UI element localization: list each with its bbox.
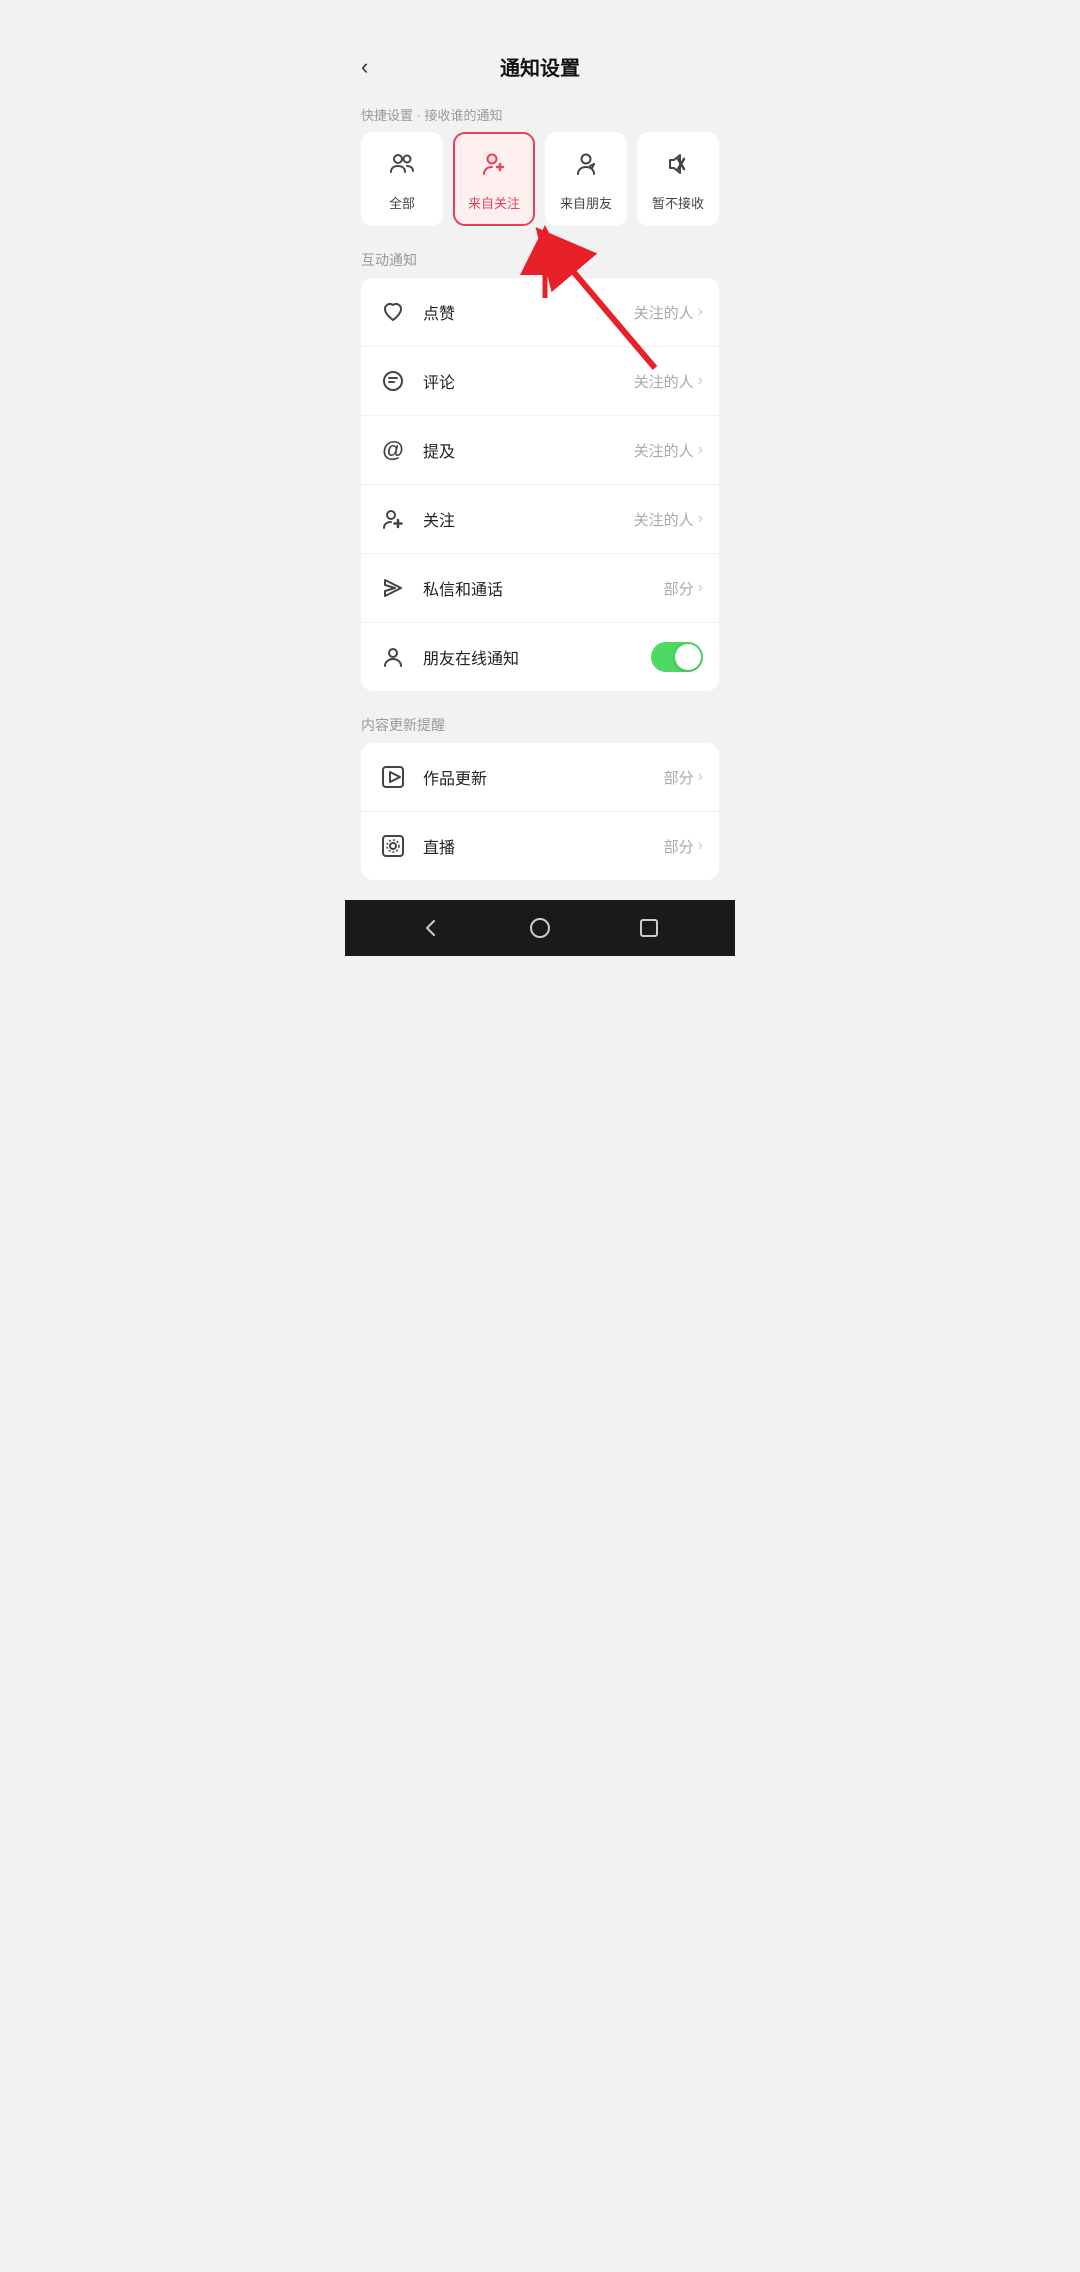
quick-btn-mute[interactable]: 暂不接收 <box>637 132 719 226</box>
page-title: 通知设置 <box>500 52 580 81</box>
status-bar <box>345 0 735 44</box>
like-label: 点赞 <box>423 300 634 324</box>
comment-icon <box>377 365 409 397</box>
live-item[interactable]: 直播 部分 › <box>361 812 719 880</box>
nav-home-button[interactable] <box>522 910 558 946</box>
mute-icon <box>664 150 692 185</box>
like-icon <box>377 296 409 328</box>
works-arrow: › <box>698 768 703 786</box>
mention-value: 关注的人 <box>634 440 694 461</box>
content-section-label: 内容更新提醒 <box>345 707 735 743</box>
header: ‹ 通知设置 <box>345 44 735 93</box>
quick-btn-friends-label: 来自朋友 <box>560 193 612 212</box>
quick-btn-friends[interactable]: 来自朋友 <box>545 132 627 226</box>
online-label: 朋友在线通知 <box>423 645 651 669</box>
live-label: 直播 <box>423 834 664 858</box>
follow-item[interactable]: 关注 关注的人 › <box>361 485 719 554</box>
followed-icon <box>480 150 508 185</box>
quick-btn-followed-label: 来自关注 <box>468 193 520 212</box>
all-icon <box>388 150 416 185</box>
nav-recents-button[interactable] <box>631 910 667 946</box>
quick-btn-all-label: 全部 <box>389 193 415 212</box>
follow-value: 关注的人 <box>634 509 694 530</box>
message-value: 部分 <box>664 578 694 599</box>
like-arrow: › <box>698 303 703 321</box>
message-icon <box>377 572 409 604</box>
mention-icon: @ <box>377 434 409 466</box>
quick-settings-label: 快捷设置 · 接收谁的通知 <box>345 93 735 132</box>
live-value: 部分 <box>664 836 694 857</box>
interaction-section-label: 互动通知 <box>345 242 735 278</box>
nav-bar <box>345 900 735 956</box>
nav-back-button[interactable] <box>413 910 449 946</box>
mention-item[interactable]: @ 提及 关注的人 › <box>361 416 719 485</box>
quick-btn-mute-label: 暂不接收 <box>652 193 704 212</box>
like-value: 关注的人 <box>634 302 694 323</box>
follow-icon <box>377 503 409 535</box>
works-icon <box>377 761 409 793</box>
back-button[interactable]: ‹ <box>361 54 368 80</box>
comment-label: 评论 <box>423 369 634 393</box>
comment-item[interactable]: 评论 关注的人 › <box>361 347 719 416</box>
message-item[interactable]: 私信和通话 部分 › <box>361 554 719 623</box>
live-arrow: › <box>698 837 703 855</box>
follow-arrow: › <box>698 510 703 528</box>
quick-settings-group: 全部 来自关注 来自朋友 <box>345 132 735 242</box>
online-toggle[interactable] <box>651 642 703 672</box>
live-icon <box>377 830 409 862</box>
like-item[interactable]: 点赞 关注的人 › <box>361 278 719 347</box>
online-item[interactable]: 朋友在线通知 <box>361 623 719 691</box>
comment-value: 关注的人 <box>634 371 694 392</box>
message-arrow: › <box>698 579 703 597</box>
comment-arrow: › <box>698 372 703 390</box>
message-label: 私信和通话 <box>423 576 664 600</box>
friends-icon <box>572 150 600 185</box>
online-icon <box>377 641 409 673</box>
quick-btn-followed[interactable]: 来自关注 <box>453 132 535 226</box>
works-item[interactable]: 作品更新 部分 › <box>361 743 719 812</box>
quick-btn-all[interactable]: 全部 <box>361 132 443 226</box>
mention-label: 提及 <box>423 438 634 462</box>
content-card: 作品更新 部分 › 直播 部分 › <box>361 743 719 880</box>
interaction-card: 点赞 关注的人 › 评论 关注的人 › @ 提及 关注的人 › <box>361 278 719 691</box>
mention-arrow: › <box>698 441 703 459</box>
follow-label: 关注 <box>423 507 634 531</box>
works-label: 作品更新 <box>423 765 664 789</box>
works-value: 部分 <box>664 767 694 788</box>
